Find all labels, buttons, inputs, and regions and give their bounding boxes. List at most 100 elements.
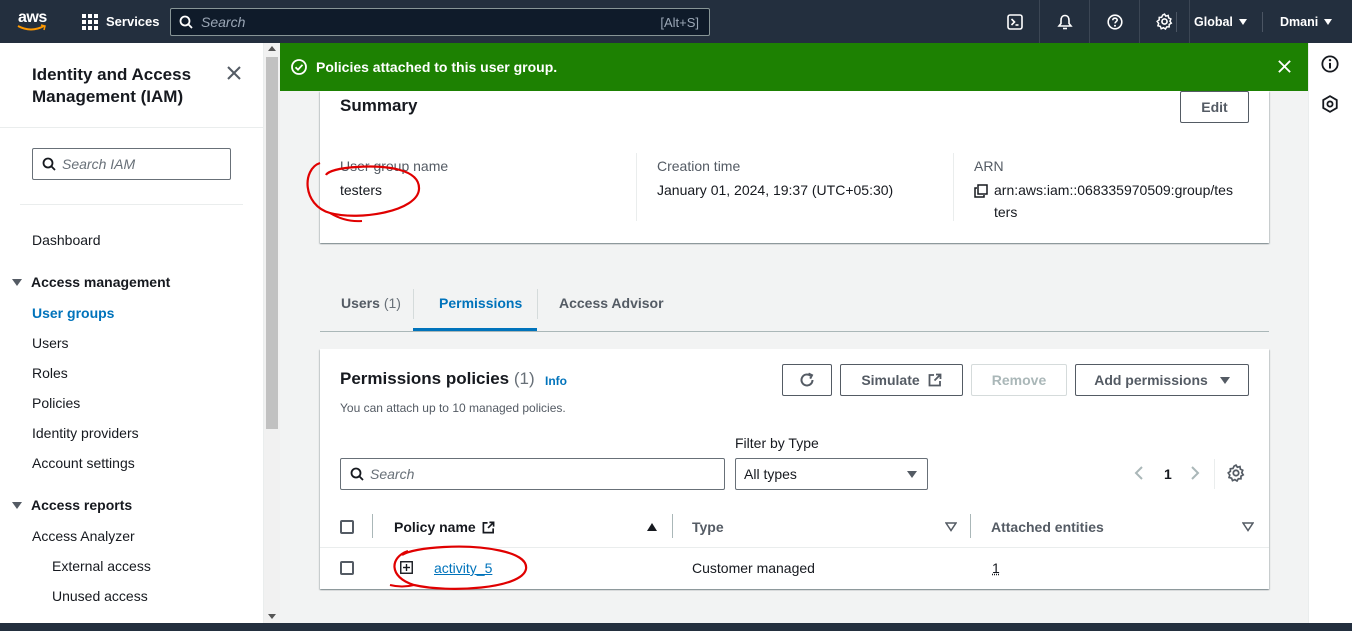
tab-bar: Users (1) Permissions Access Advisor (320, 279, 1269, 332)
tab-users[interactable]: Users (1) (341, 295, 401, 311)
attached-entities-count[interactable]: 1 (992, 560, 1000, 576)
arn-field: ARN arn:aws:iam::068335970509:group/tes … (974, 158, 1233, 223)
sidebar-section-access-reports[interactable]: Access reports (12, 497, 132, 513)
column-header-policy-name[interactable]: Policy name (394, 519, 495, 535)
policy-count: (1) (513, 369, 535, 388)
sidebar-search-input[interactable]: Search IAM (32, 148, 231, 180)
sidebar-item-access-analyzer[interactable]: Access Analyzer (32, 528, 135, 544)
divider (0, 127, 264, 128)
sidebar-item-identity-providers[interactable]: Identity providers (32, 425, 139, 441)
permissions-policies-panel: Permissions policies (1) Info You can at… (320, 349, 1269, 589)
aws-logo[interactable]: aws (0, 0, 64, 43)
info-icon[interactable] (1321, 55, 1339, 73)
scroll-down-icon[interactable] (268, 614, 276, 619)
region-selector[interactable]: Global (1194, 0, 1247, 43)
account-name: Dmani (1280, 14, 1319, 29)
cloudshell-icon[interactable] (990, 0, 1040, 43)
edit-button[interactable]: Edit (1180, 91, 1249, 123)
column-divider (672, 514, 673, 538)
close-icon[interactable] (226, 65, 242, 81)
scrollbar-thumb[interactable] (266, 57, 278, 429)
row-checkbox[interactable] (340, 561, 354, 575)
divider (636, 153, 637, 221)
field-label: User group name (340, 158, 449, 174)
sidebar-item-dashboard[interactable]: Dashboard (32, 232, 101, 248)
filter-type-select[interactable]: All types (735, 458, 928, 490)
account-menu[interactable]: Dmani (1280, 0, 1333, 43)
field-label: Creation time (657, 158, 741, 174)
policy-name-link[interactable]: activity_5 (434, 560, 492, 576)
heading-text: Permissions policies (340, 369, 510, 388)
sidebar-section-access-management[interactable]: Access management (12, 274, 170, 290)
top-icon-group (990, 0, 1190, 43)
global-search-input[interactable]: Search [Alt+S] (170, 8, 710, 36)
bell-icon[interactable] (1040, 0, 1090, 43)
sort-icon[interactable] (945, 522, 957, 532)
simulate-button[interactable]: Simulate (840, 364, 963, 396)
copy-icon[interactable] (974, 184, 988, 198)
sidebar-item-user-groups[interactable]: User groups (32, 305, 114, 321)
services-menu-button[interactable]: Services (82, 0, 160, 43)
security-hub-icon[interactable] (1321, 95, 1339, 113)
search-placeholder: Search (201, 14, 246, 30)
sidebar-item-unused-access[interactable]: Unused access (52, 588, 148, 604)
column-divider (970, 514, 971, 538)
sidebar-item-users[interactable]: Users (32, 335, 69, 351)
creation-time-value: January 01, 2024, 19:37 (UTC+05:30) (657, 182, 894, 198)
nav-divider (1262, 12, 1263, 32)
prev-page-icon[interactable] (1134, 465, 1144, 481)
permissions-description: You can attach up to 10 managed policies… (340, 401, 566, 415)
remove-button[interactable]: Remove (971, 364, 1067, 396)
services-label: Services (106, 14, 160, 29)
search-placeholder: Search (370, 466, 415, 482)
tab-access-advisor[interactable]: Access Advisor (559, 295, 664, 311)
caret-down-icon (1219, 376, 1230, 384)
sidebar-title[interactable]: Identity and Access Management (IAM) (32, 64, 222, 108)
field-label: ARN (974, 158, 1004, 174)
section-label: Access management (31, 274, 171, 290)
sidebar-item-roles[interactable]: Roles (32, 365, 68, 381)
caret-down-icon (1324, 18, 1333, 25)
tab-permissions[interactable]: Permissions (439, 295, 522, 311)
help-icon[interactable] (1090, 0, 1140, 43)
sidebar-item-policies[interactable]: Policies (32, 395, 80, 411)
success-notification: Policies attached to this user group. (280, 43, 1308, 91)
column-header-type[interactable]: Type (692, 519, 724, 535)
info-link[interactable]: Info (545, 374, 567, 388)
top-navigation-bar: aws Services Search [Alt+S] Global Dmani (0, 0, 1352, 43)
aws-smile-icon (17, 24, 46, 31)
summary-title: Summary (340, 96, 418, 115)
column-header-attached-entities[interactable]: Attached entities (991, 519, 1104, 535)
button-label: Simulate (861, 372, 920, 388)
sort-ascending-icon[interactable] (646, 522, 658, 532)
notification-message: Policies attached to this user group. (316, 59, 558, 75)
close-icon[interactable] (1277, 59, 1292, 74)
arn-value: arn:aws:iam::068335970509:group/tes ters (974, 182, 1233, 223)
expand-row-icon[interactable] (400, 561, 413, 574)
permissions-heading: Permissions policies (1) (340, 369, 535, 389)
next-page-icon[interactable] (1190, 465, 1200, 481)
summary-panel: Summary Edit User group name testers Cre… (320, 91, 1269, 243)
refresh-icon (800, 372, 814, 387)
sidebar-item-account-settings[interactable]: Account settings (32, 455, 135, 471)
search-shortcut: [Alt+S] (660, 14, 699, 30)
arn-text: arn:aws:iam::068335970509:group/tes (994, 182, 1233, 198)
add-permissions-button[interactable]: Add permissions (1075, 364, 1249, 396)
page-number[interactable]: 1 (1164, 466, 1172, 482)
caret-down-icon (1238, 18, 1247, 25)
sidebar-item-external-access[interactable]: External access (52, 558, 151, 574)
arn-text: ters (994, 204, 1018, 220)
header-label: Policy name (394, 519, 476, 535)
settings-icon[interactable] (1227, 464, 1245, 482)
policy-search-input[interactable]: Search (340, 458, 725, 490)
settings-icon[interactable] (1140, 0, 1190, 43)
scroll-up-icon[interactable] (268, 46, 276, 51)
group-name-value: testers (340, 182, 383, 198)
external-link-icon (928, 373, 942, 387)
refresh-button[interactable] (782, 364, 832, 396)
expand-icon (12, 501, 22, 509)
select-all-checkbox[interactable] (340, 520, 354, 534)
sidebar-scrollbar[interactable] (264, 43, 280, 623)
sort-icon[interactable] (1242, 522, 1254, 532)
select-value: All types (744, 466, 797, 482)
